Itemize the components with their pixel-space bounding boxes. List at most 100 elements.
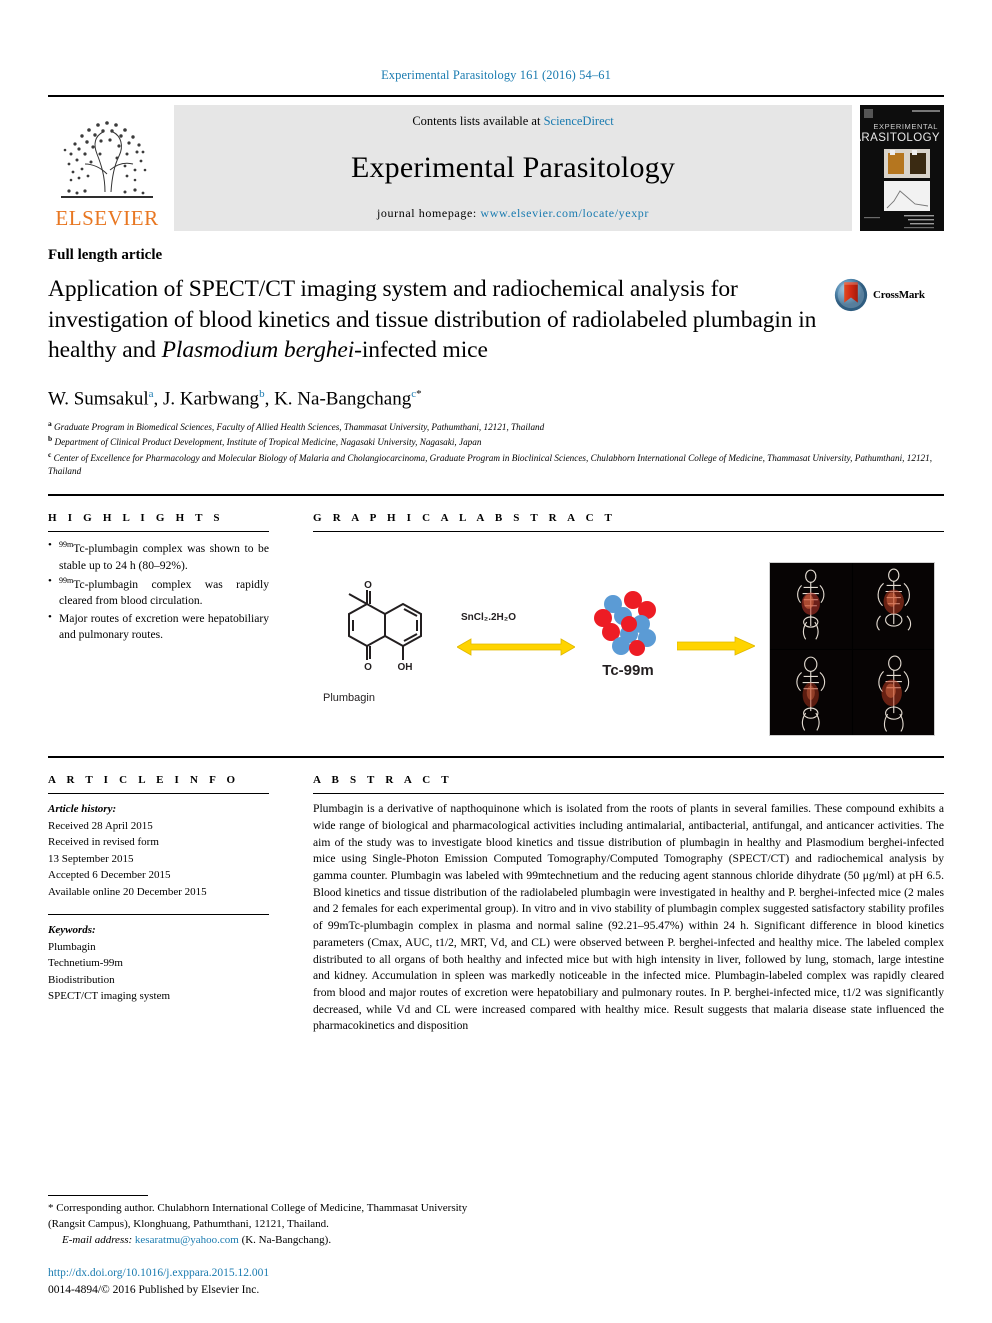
single-arrow-icon: [677, 636, 755, 656]
highlights-heading: H I G H L I G H T S: [48, 512, 224, 525]
sciencedirect-link[interactable]: ScienceDirect: [544, 114, 614, 128]
mouse-scan-4: [852, 649, 934, 736]
affiliation-a: a Graduate Program in Biomedical Science…: [48, 419, 944, 434]
doi-copyright-block: http://dx.doi.org/10.1016/j.exppara.2015…: [48, 1265, 548, 1300]
highlight-1-isotope: 99m: [59, 540, 74, 550]
mouse-scan-2: [852, 563, 934, 649]
spect-ct-image-grid: [769, 562, 935, 737]
highlight-3-text: Major routes of excretion were hepatobil…: [59, 611, 269, 642]
highlight-1-text: Tc-plumbagin complex was shown to be sta…: [59, 542, 269, 572]
technetium-label: Tc-99m: [602, 662, 654, 680]
list-item: 99mTc-plumbagin complex was rapidly clea…: [48, 574, 269, 610]
article-category: Full length article: [48, 247, 163, 263]
structure-oxygen-bottom: O: [364, 662, 372, 673]
mouse-scan-1: [770, 563, 852, 649]
spect-ct-panel-3: [770, 649, 852, 736]
abstract-text: Plumbagin is a derivative of napthoquino…: [313, 801, 944, 1035]
title-text-part2: -infected mice: [354, 337, 488, 364]
copyright-line: 0014-4894/© 2016 Published by Elsevier I…: [48, 1283, 260, 1296]
footnote-line: * Corresponding author. Chulabhorn Inter…: [48, 1201, 478, 1233]
elsevier-logo: ELSEVIER: [48, 105, 166, 231]
author-sep-2: ,: [264, 387, 275, 409]
article-history-label: Article history:: [48, 803, 117, 816]
journal-masthead: ELSEVIER Contents lists available at Sci…: [48, 95, 944, 231]
graphical-abstract-column: G R A P H I C A L A B S T R A C T O O OH…: [291, 496, 944, 740]
elsevier-wordmark: ELSEVIER: [55, 206, 159, 230]
article-page: Experimental Parasitology 161 (2016) 54–…: [0, 0, 992, 1323]
article-history-block: Article history: Received 28 April 2015 …: [48, 801, 269, 900]
graphical-abstract-figure: O O OH Plumbagin SnCl₂.2H₂O Tc-99m: [313, 544, 944, 740]
structure-hydroxyl: OH: [398, 662, 413, 673]
cover-line1: EXPERIMENTAL: [873, 122, 938, 131]
title-species-italic: Plasmodium berghei: [161, 337, 355, 364]
spect-ct-panel-2: [852, 563, 934, 649]
double-headed-arrow-icon: [457, 638, 575, 657]
affiliation-c: c Center of Excellence for Pharmacology …: [48, 450, 944, 479]
elsevier-tree-icon: [61, 121, 153, 198]
abstract-underline: [313, 793, 944, 795]
crossmark-icon: [834, 278, 868, 312]
highlights-list: 99mTc-plumbagin complex was shown to be …: [48, 538, 269, 644]
keywords-divider: [48, 914, 269, 916]
author-sep-1: ,: [153, 387, 164, 409]
contents-prefix: Contents lists available at: [412, 114, 544, 128]
crossmark-label: CrossMark: [873, 289, 925, 301]
reagent-label: SnCl₂.2H₂O: [461, 612, 517, 624]
journal-homepage-line: journal homepage: www.elsevier.com/locat…: [377, 206, 649, 221]
email-line: E-mail address: kesaratmu@yahoo.com (K. …: [48, 1233, 478, 1249]
affiliation-a-text: Graduate Program in Biomedical Sciences,…: [54, 421, 545, 432]
article-info-underline: [48, 793, 269, 795]
article-info-heading: A R T I C L E I N F O: [48, 774, 240, 787]
corresponding-author-marker[interactable]: *: [416, 388, 422, 400]
author-1-name: W. Sumsakul: [48, 387, 149, 409]
footnote-corresponding-text: Corresponding author. Chulabhorn Interna…: [48, 1202, 468, 1231]
affiliation-b: b Department of Clinical Product Develop…: [48, 434, 944, 449]
affiliation-b-marker: b: [48, 434, 53, 444]
running-head: Experimental Parasitology 161 (2016) 54–…: [381, 68, 611, 82]
keyword-item: Plumbagin: [48, 940, 96, 953]
history-line: Received 28 April 2015: [48, 819, 153, 832]
history-line: 13 September 2015: [48, 852, 134, 865]
affiliation-a-marker: a: [48, 418, 52, 428]
abstract-paragraph: Plumbagin is a derivative of napthoquino…: [313, 802, 944, 1033]
email-link[interactable]: kesaratmu@yahoo.com: [135, 1234, 239, 1246]
author-3-name: K. Na-Bangchang: [274, 387, 412, 409]
graphical-abstract-heading: G R A P H I C A L A B S T R A C T: [313, 512, 617, 525]
mouse-scan-3: [770, 649, 852, 736]
structure-oxygen-top: O: [364, 580, 372, 591]
title-row: Application of SPECT/CT imaging system a…: [48, 274, 944, 366]
homepage-prefix: journal homepage:: [376, 206, 481, 220]
technetium-nucleus-icon: [594, 591, 656, 657]
affiliation-b-text: Department of Clinical Product Developme…: [54, 437, 482, 448]
article-info-column: A R T I C L E I N F O Article history: R…: [48, 758, 291, 1035]
email-owner: (K. Na-Bangchang).: [238, 1234, 332, 1247]
keyword-item: SPECT/CT imaging system: [48, 990, 171, 1003]
spect-ct-panel-1: [770, 563, 852, 649]
highlight-2-text: Tc-plumbagin complex was rapidly cleared…: [59, 577, 269, 608]
affiliation-list: a Graduate Program in Biomedical Science…: [48, 419, 944, 479]
spect-ct-panel-4: [852, 649, 934, 736]
corresponding-author-footnote: * Corresponding author. Chulabhorn Inter…: [48, 1195, 478, 1249]
homepage-url-link[interactable]: www.elsevier.com/locate/yexpr: [480, 206, 649, 220]
keyword-item: Technetium-99m: [48, 957, 123, 970]
keywords-label: Keywords:: [48, 924, 96, 937]
abstract-heading: A B S T R A C T: [313, 774, 453, 787]
keyword-item: Biodistribution: [48, 973, 115, 986]
journal-title: Experimental Parasitology: [350, 150, 676, 184]
highlights-column: H I G H L I G H T S 99mTc-plumbagin comp…: [48, 496, 291, 740]
cover-art: EXPERIMENTAL PARASITOLOGY: [860, 105, 944, 231]
highlights-underline: [48, 531, 269, 533]
history-line: Received in revised form: [48, 836, 159, 849]
crossmark-badge[interactable]: CrossMark: [834, 274, 944, 312]
doi-link[interactable]: http://dx.doi.org/10.1016/j.exppara.2015…: [48, 1265, 548, 1282]
list-item: Major routes of excretion were hepatobil…: [48, 610, 269, 644]
plumbagin-structure-icon: O O OH: [348, 580, 422, 673]
affiliation-c-marker: c: [48, 449, 52, 459]
page-title: Application of SPECT/CT imaging system a…: [48, 274, 834, 366]
plumbagin-label: Plumbagin: [323, 692, 375, 705]
highlight-2-isotope: 99m: [59, 576, 74, 586]
author-2-name: J. Karbwang: [163, 387, 260, 409]
author-list: W. Sumsakula, J. Karbwangb, K. Na-Bangch…: [48, 388, 944, 411]
footnote-divider: [48, 1195, 148, 1197]
info-abstract-row: A R T I C L E I N F O Article history: R…: [48, 758, 944, 1035]
